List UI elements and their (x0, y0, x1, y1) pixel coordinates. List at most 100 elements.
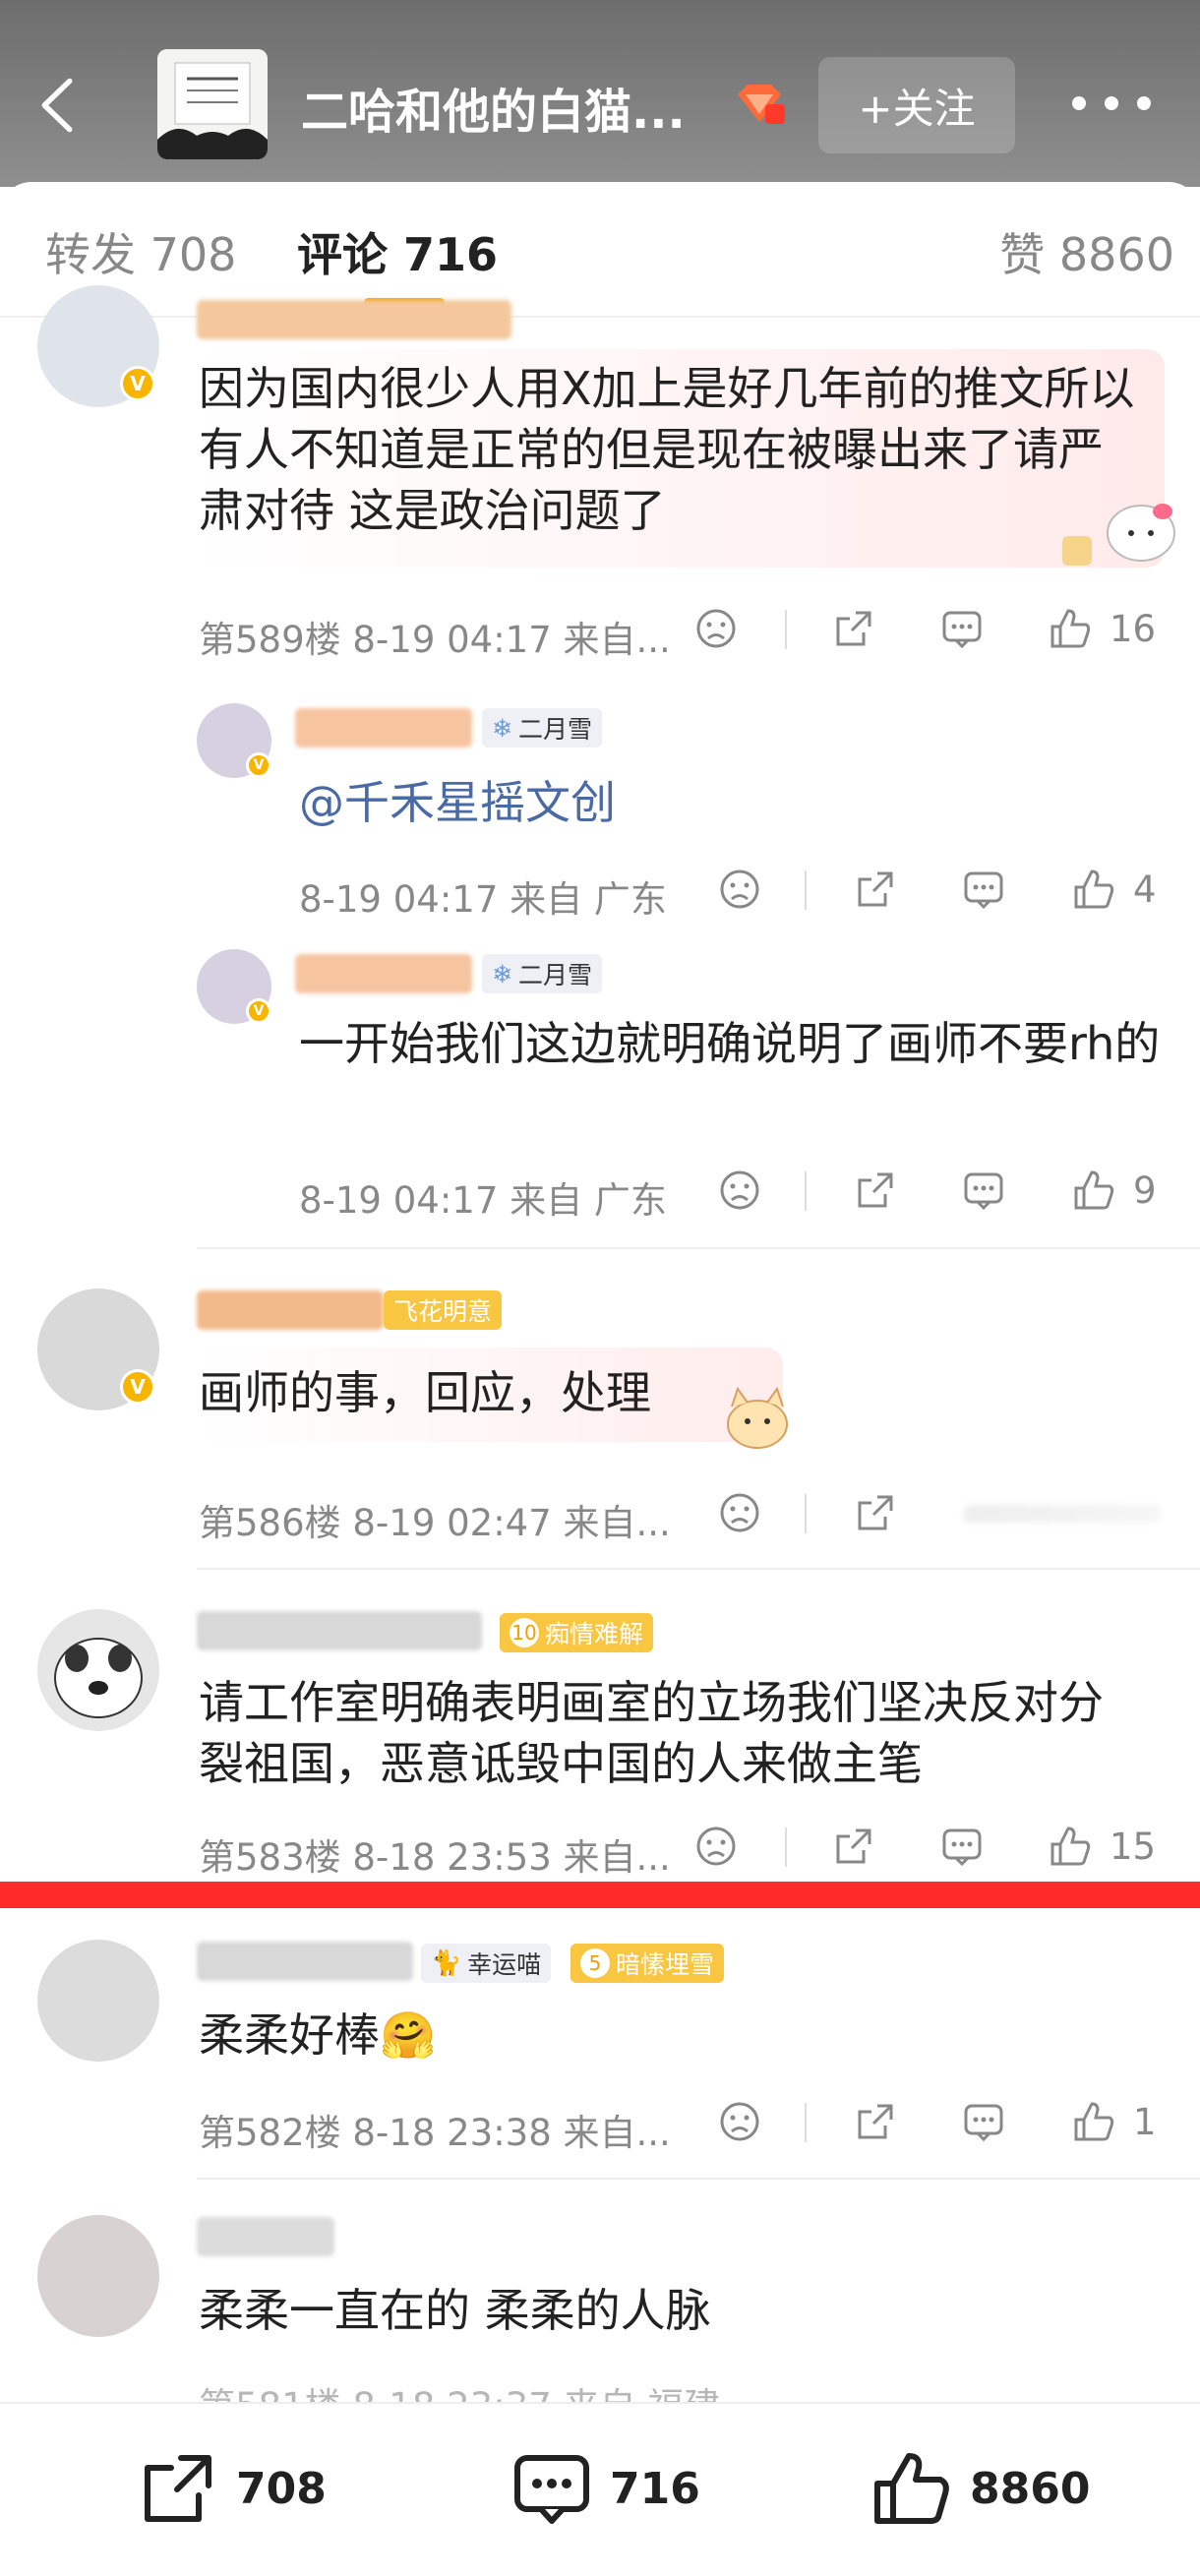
divider (805, 2103, 807, 2142)
reply-button[interactable] (940, 1825, 984, 1868)
comment-meta: 第583楼 8-18 23:53 来自... (199, 1836, 671, 1879)
share-button[interactable] (854, 1491, 897, 1534)
avatar[interactable] (37, 1940, 159, 2062)
comment-meta: 8-19 04:17 来自 广东 (299, 878, 667, 921)
member-badge-icon (732, 83, 787, 126)
comment-text: 一开始我们这边就明确说明了画师不要rh的 (299, 1017, 1161, 1070)
repost-button[interactable]: 708 (138, 2448, 327, 2529)
comment-text: 柔柔一直在的 柔柔的人脉 (199, 2284, 711, 2337)
username-blurred[interactable] (197, 1290, 384, 1330)
comment-text: 画师的事，回应，处理 (199, 1366, 651, 1419)
tab-likes[interactable]: 赞 8860 (999, 219, 1174, 284)
user-tag-label: 二月雪 (517, 715, 592, 744)
comment-text: 因为国内很少人用X加上是好几年前的推文所以有人不知道是正常的但是现在被曝出来了请… (199, 362, 1135, 537)
comment-meta: 第586楼 8-19 02:47 来自... (199, 1502, 671, 1544)
comment-meta: 第589楼 8-19 04:17 来自... (199, 619, 671, 661)
tab-divider (0, 316, 1200, 318)
like-button[interactable]: 15 (1049, 1825, 1156, 1868)
share-button[interactable] (854, 1168, 897, 1212)
dislike-button[interactable] (718, 1491, 761, 1534)
like-button[interactable]: 16 (1049, 607, 1156, 650)
verified-badge-icon: V (246, 998, 271, 1024)
red-annotation-line (0, 1882, 1200, 1908)
user-tag: 5 暗愫埋雪 (570, 1944, 725, 1983)
username-blurred[interactable] (197, 300, 511, 339)
tab-comments[interactable]: 评论 716 (297, 219, 498, 284)
like-button[interactable]: 9 (1072, 1168, 1157, 1212)
reply-button[interactable] (962, 2100, 1005, 2143)
avatar[interactable] (37, 2215, 159, 2337)
user-tag: 🐈 幸运喵 (421, 1944, 552, 1983)
cat-icon: 🐈 (431, 1948, 462, 1977)
level-badge: 5 (580, 1948, 610, 1978)
like-button[interactable]: 1 (1072, 2100, 1157, 2143)
dislike-button[interactable] (694, 607, 738, 650)
page-title: 二哈和他的白猫... (301, 85, 686, 140)
user-tag-label: 幸运喵 (467, 1950, 542, 1979)
comment-meta: 8-19 04:17 来自 广东 (299, 1179, 667, 1222)
user-tag: 10 痴情难解 (500, 1613, 654, 1652)
share-button[interactable] (832, 1825, 875, 1868)
divider (785, 1827, 787, 1867)
like-count: 9 (1133, 1168, 1157, 1212)
comment-text: 柔柔好棒🤗 (199, 2008, 437, 2062)
mention-link[interactable]: @千禾星摇文创 (299, 772, 616, 833)
username-blurred[interactable] (197, 1942, 413, 1981)
dislike-button[interactable] (718, 2100, 761, 2143)
divider (197, 1568, 1200, 1570)
username-blurred[interactable] (197, 2217, 334, 2256)
like-count: 15 (1110, 1825, 1157, 1868)
divider (805, 1494, 807, 1533)
back-arrow-icon[interactable] (37, 71, 77, 140)
snowflake-icon: ❄ (492, 959, 512, 988)
blurred-actions (964, 1505, 1161, 1523)
tab-reposts[interactable]: 转发 708 (45, 219, 236, 284)
snowflake-icon: ❄ (492, 713, 512, 743)
dislike-button[interactable] (718, 868, 761, 911)
user-tag-label: 暗愫埋雪 (616, 1950, 715, 1979)
more-options-icon[interactable] (1072, 89, 1151, 118)
hello-kitty-sticker (1043, 482, 1180, 580)
like-count: 4 (1133, 868, 1157, 911)
dislike-button[interactable] (718, 1168, 761, 1212)
user-tag-label: 二月雪 (517, 961, 592, 989)
user-tag: 飞花明意 (384, 1290, 503, 1330)
repost-count: 708 (236, 2463, 327, 2514)
dislike-button[interactable] (694, 1825, 738, 1868)
comment-meta: 第582楼 8-18 23:38 来自... (199, 2112, 671, 2154)
username-blurred[interactable] (295, 954, 472, 993)
reply-button[interactable] (962, 1168, 1005, 1212)
divider (805, 1171, 807, 1211)
level-badge: 10 (510, 1618, 539, 1647)
thumbs-up-icon (874, 2453, 949, 2524)
avatar[interactable] (37, 1609, 159, 1731)
share-button[interactable] (854, 868, 897, 911)
reply-button[interactable] (940, 607, 984, 650)
divider (805, 870, 807, 910)
divider (197, 2178, 1200, 2180)
like-button[interactable]: 4 (1072, 868, 1157, 911)
bottom-action-bar: 708 716 8860 (0, 2402, 1200, 2576)
user-tag-label: 痴情难解 (545, 1620, 644, 1648)
verified-badge-icon: V (120, 1369, 155, 1405)
user-tag: ❄ 二月雪 (482, 708, 602, 748)
comment-count: 716 (610, 2463, 700, 2514)
reply-button[interactable] (962, 868, 1005, 911)
account-avatar[interactable] (157, 49, 268, 159)
divider (197, 1247, 1200, 1249)
like-count: 16 (1110, 607, 1157, 650)
top-bar: 二哈和他的白猫... +关注 (0, 0, 1200, 187)
user-tag: ❄ 二月雪 (482, 954, 602, 993)
verified-badge-icon: V (246, 752, 271, 778)
like-count: 1 (1133, 2100, 1157, 2143)
comment-text: 请工作室明确表明画室的立场我们坚决反对分裂祖国，恶意诋毁中国的人来做主笔 (199, 1676, 1104, 1790)
share-button[interactable] (854, 2100, 897, 2143)
follow-button[interactable]: +关注 (818, 57, 1015, 153)
username-blurred[interactable] (295, 708, 472, 748)
like-button[interactable]: 8860 (871, 2448, 1090, 2529)
verified-badge-icon: V (120, 366, 155, 401)
share-button[interactable] (832, 607, 875, 650)
cat-sticker (718, 1377, 797, 1456)
username-blurred[interactable] (197, 1611, 482, 1650)
comment-button[interactable]: 716 (511, 2448, 700, 2529)
